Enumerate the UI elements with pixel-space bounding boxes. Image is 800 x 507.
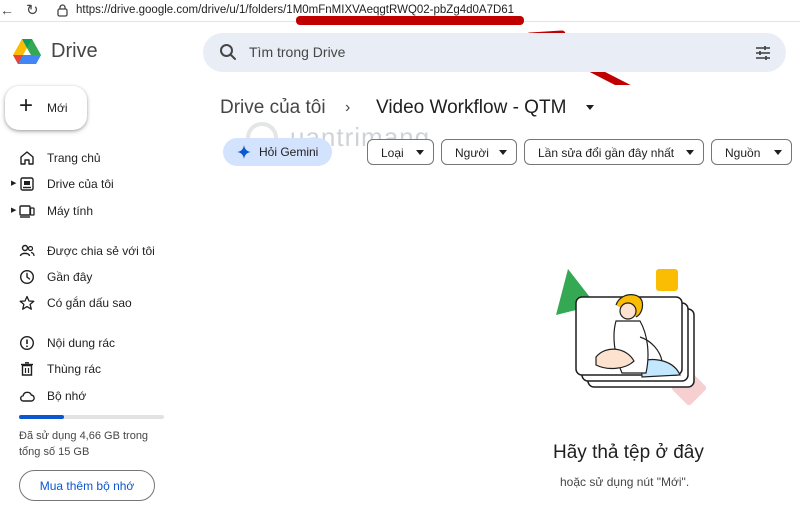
chevron-down-icon xyxy=(416,150,424,155)
cloud-icon xyxy=(20,391,35,402)
sidebar-item-computers[interactable]: ▶ Máy tính xyxy=(0,198,190,224)
filter-people-chip[interactable]: Người xyxy=(441,139,517,165)
expand-caret-icon[interactable]: ▶ xyxy=(11,179,16,187)
sidebar-item-storage[interactable]: Bộ nhớ xyxy=(0,383,190,409)
back-arrow-icon[interactable]: ← xyxy=(0,2,14,18)
gemini-sparkle-icon xyxy=(237,145,251,159)
sidebar-item-label: Trang chủ xyxy=(47,151,101,165)
my-drive-icon xyxy=(20,177,34,191)
empty-state-subtitle: hoặc sử dụng nút "Mới". xyxy=(560,475,690,489)
search-input[interactable]: Tìm trong Drive xyxy=(249,44,345,60)
storage-usage-bar xyxy=(19,415,164,419)
shared-icon xyxy=(19,244,35,257)
sidebar-item-starred[interactable]: Có gắn dấu sao xyxy=(0,290,190,316)
sidebar-item-recent[interactable]: Gần đây xyxy=(0,264,190,290)
sidebar-item-label: Drive của tôi xyxy=(47,177,114,191)
sidebar-item-spam[interactable]: Nội dung rác xyxy=(0,330,190,356)
filter-modified-chip[interactable]: Lần sửa đổi gần đây nhất xyxy=(524,139,704,165)
filter-chip-label: Người xyxy=(455,146,489,160)
annotation-underline xyxy=(296,16,524,25)
clock-icon xyxy=(19,269,35,285)
sidebar-item-label: Có gắn dấu sao xyxy=(47,296,132,310)
search-bar[interactable]: Tìm trong Drive xyxy=(203,33,786,72)
spam-icon xyxy=(19,335,35,351)
sidebar-item-my-drive[interactable]: ▶ Drive của tôi xyxy=(0,171,190,197)
search-options-icon[interactable] xyxy=(754,44,772,62)
sidebar-item-trash[interactable]: Thùng rác xyxy=(0,356,190,382)
url-field[interactable]: https://drive.google.com/drive/u/1/folde… xyxy=(76,4,514,16)
sidebar-item-label: Thùng rác xyxy=(47,362,102,376)
star-icon xyxy=(19,295,35,310)
sidebar-item-label: Nội dung rác xyxy=(47,336,116,350)
filter-source-chip[interactable]: Nguồn xyxy=(711,139,792,165)
filter-chip-label: Loại xyxy=(381,146,404,160)
plus-icon: + xyxy=(19,92,34,119)
ask-gemini-button[interactable]: Hỏi Gemini xyxy=(223,138,332,166)
buy-storage-button[interactable]: Mua thêm bộ nhớ xyxy=(19,470,155,501)
ask-gemini-label: Hỏi Gemini xyxy=(259,145,319,159)
filter-chip-label: Nguồn xyxy=(725,146,761,160)
reload-icon[interactable]: ↻ xyxy=(26,1,39,19)
chevron-down-icon xyxy=(686,150,694,155)
sidebar-item-label: Gần đây xyxy=(47,270,93,284)
new-button-label: Mới xyxy=(47,101,68,115)
new-button[interactable]: + Mới xyxy=(5,86,87,130)
drive-page: ← ↻ https://drive.google.com/drive/u/1/f… xyxy=(0,0,800,507)
drive-logo-icon[interactable] xyxy=(12,38,42,65)
expand-caret-icon[interactable]: ▶ xyxy=(11,206,16,214)
site-info-icon[interactable] xyxy=(57,4,68,17)
empty-state-title: Hãy thả tệp ở đây xyxy=(553,442,704,463)
storage-usage-text: Đã sử dụng 4,66 GB trong tổng số 15 GB xyxy=(19,430,149,458)
sidebar-item-label: Máy tính xyxy=(47,204,94,218)
computer-icon xyxy=(19,205,35,218)
empty-folder-illustration xyxy=(556,269,707,406)
app-name: Drive xyxy=(51,40,98,62)
filter-chip-label: Lần sửa đổi gần đây nhất xyxy=(538,146,675,160)
buy-storage-label: Mua thêm bộ nhớ xyxy=(39,479,135,493)
search-icon[interactable] xyxy=(219,43,237,61)
home-icon xyxy=(20,151,34,165)
chevron-down-icon xyxy=(774,150,782,155)
chevron-down-icon xyxy=(499,150,507,155)
sidebar-item-label: Được chia sẻ với tôi xyxy=(47,244,155,258)
sidebar-item-shared-with-me[interactable]: Được chia sẻ với tôi xyxy=(0,238,190,264)
sidebar-item-home[interactable]: Trang chủ xyxy=(0,145,190,171)
storage-usage-fill xyxy=(19,415,64,419)
sidebar-item-label: Bộ nhớ xyxy=(47,389,87,403)
filter-type-chip[interactable]: Loại xyxy=(367,139,434,165)
trash-icon xyxy=(21,362,33,376)
folder-menu-caret-icon[interactable] xyxy=(584,101,596,113)
